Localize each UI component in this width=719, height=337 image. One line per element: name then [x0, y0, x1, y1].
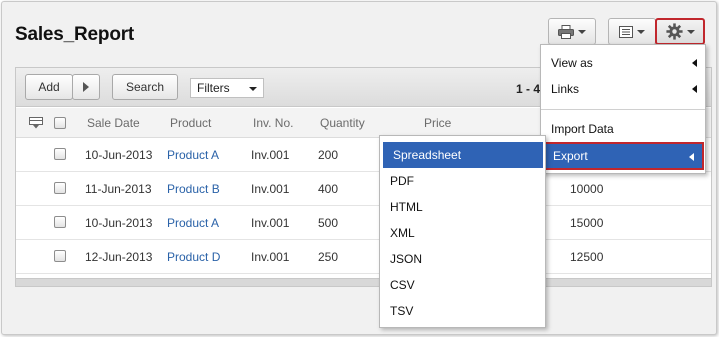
total-cell: 12500: [570, 250, 604, 264]
search-button-label: Search: [125, 80, 165, 94]
menu-item-label: Spreadsheet: [393, 148, 462, 162]
chevron-down-icon: [249, 87, 257, 91]
row-checkbox[interactable]: [54, 182, 66, 194]
menu-item-label: JSON: [390, 252, 423, 266]
export-option-csv[interactable]: CSV: [380, 272, 545, 298]
menu-item-import-data[interactable]: Import Data: [541, 116, 705, 142]
add-menu-button[interactable]: [72, 74, 100, 100]
quantity-cell: 500: [318, 216, 339, 230]
invoice-cell: Inv.001: [251, 250, 290, 264]
filters-select[interactable]: Filters: [190, 78, 264, 98]
export-option-tsv[interactable]: TSV: [380, 298, 545, 324]
sale-date-cell: 10-Jun-2013: [85, 148, 153, 162]
submenu-arrow-icon: [692, 59, 697, 67]
settings-button[interactable]: [655, 18, 705, 45]
view-button[interactable]: [608, 18, 656, 45]
table-row[interactable]: 10-Jun-2013 Product A Inv.001 500 15000: [16, 206, 711, 240]
menu-item-links[interactable]: Links: [541, 76, 705, 102]
submenu-arrow-icon: [689, 153, 694, 161]
product-link[interactable]: Product D: [167, 250, 220, 264]
chevron-down-icon: [686, 29, 695, 34]
menu-item-label: HTML: [390, 200, 423, 214]
sale-date-cell: 12-Jun-2013: [85, 250, 153, 264]
column-header-inv-no[interactable]: Inv. No.: [253, 116, 293, 130]
play-arrow-icon: [83, 82, 89, 92]
column-header-product[interactable]: Product: [170, 116, 211, 130]
table-row[interactable]: 12-Jun-2013 Product D Inv.001 250 12500: [16, 240, 711, 274]
invoice-cell: Inv.001: [251, 182, 290, 196]
sale-date-cell: 10-Jun-2013: [85, 216, 153, 230]
menu-item-label: CSV: [390, 278, 415, 292]
product-link[interactable]: Product B: [167, 182, 220, 196]
print-button[interactable]: [548, 18, 596, 45]
menu-item-view-as[interactable]: View as: [541, 50, 705, 76]
product-link[interactable]: Product A: [167, 216, 219, 230]
chevron-down-icon: [637, 29, 645, 34]
report-window: Sales_Report Add Search Filters 1 - 4 Sa…: [1, 1, 717, 335]
printer-icon: [558, 24, 574, 39]
search-button[interactable]: Search: [112, 74, 178, 100]
total-cell: 15000: [570, 216, 604, 230]
menu-item-label: View as: [551, 56, 593, 70]
row-checkbox[interactable]: [54, 148, 66, 160]
filters-select-value: Filters: [197, 81, 230, 95]
list-view-icon: [619, 25, 633, 38]
menu-item-label: Links: [551, 82, 580, 96]
page-title: Sales_Report: [15, 24, 135, 45]
row-checkbox[interactable]: [54, 250, 66, 262]
export-option-spreadsheet[interactable]: Spreadsheet: [383, 142, 543, 168]
menu-item-label: PDF: [390, 174, 414, 188]
settings-menu: View as Links Import Data Export: [540, 44, 706, 174]
sale-date-cell: 11-Jun-2013: [85, 182, 152, 196]
gear-icon: [665, 23, 683, 40]
quantity-cell: 400: [318, 182, 339, 196]
row-checkbox[interactable]: [54, 216, 66, 228]
column-header-sale-date[interactable]: Sale Date: [87, 116, 140, 130]
column-header-price[interactable]: Price: [424, 116, 451, 130]
menu-item-label: XML: [390, 226, 415, 240]
menu-item-label: Export: [553, 149, 588, 163]
menu-separator: [541, 109, 705, 110]
add-button[interactable]: Add: [25, 74, 73, 100]
export-option-pdf[interactable]: PDF: [380, 168, 545, 194]
chevron-down-icon: [578, 29, 586, 34]
export-option-xml[interactable]: XML: [380, 220, 545, 246]
export-option-json[interactable]: JSON: [380, 246, 545, 272]
add-button-label: Add: [38, 80, 60, 94]
panel-scrollbar[interactable]: [16, 278, 711, 286]
quantity-cell: 250: [318, 250, 339, 264]
total-cell: 10000: [570, 182, 604, 196]
pager-info: 1 - 4: [516, 82, 541, 96]
quantity-cell: 200: [318, 148, 339, 162]
submenu-arrow-icon: [692, 85, 697, 93]
export-option-html[interactable]: HTML: [380, 194, 545, 220]
menu-item-label: TSV: [390, 304, 414, 318]
invoice-cell: Inv.001: [251, 148, 290, 162]
table-row[interactable]: 11-Jun-2013 Product B Inv.001 400 10000: [16, 172, 711, 206]
invoice-cell: Inv.001: [251, 216, 290, 230]
column-header-quantity[interactable]: Quantity: [320, 116, 365, 130]
column-chooser-icon[interactable]: [29, 117, 43, 129]
product-link[interactable]: Product A: [167, 148, 219, 162]
menu-item-export[interactable]: Export: [544, 142, 704, 170]
select-all-checkbox[interactable]: [54, 117, 66, 129]
export-submenu: Spreadsheet PDF HTML XML JSON CSV TSV: [379, 135, 546, 328]
menu-item-label: Import Data: [551, 122, 614, 136]
